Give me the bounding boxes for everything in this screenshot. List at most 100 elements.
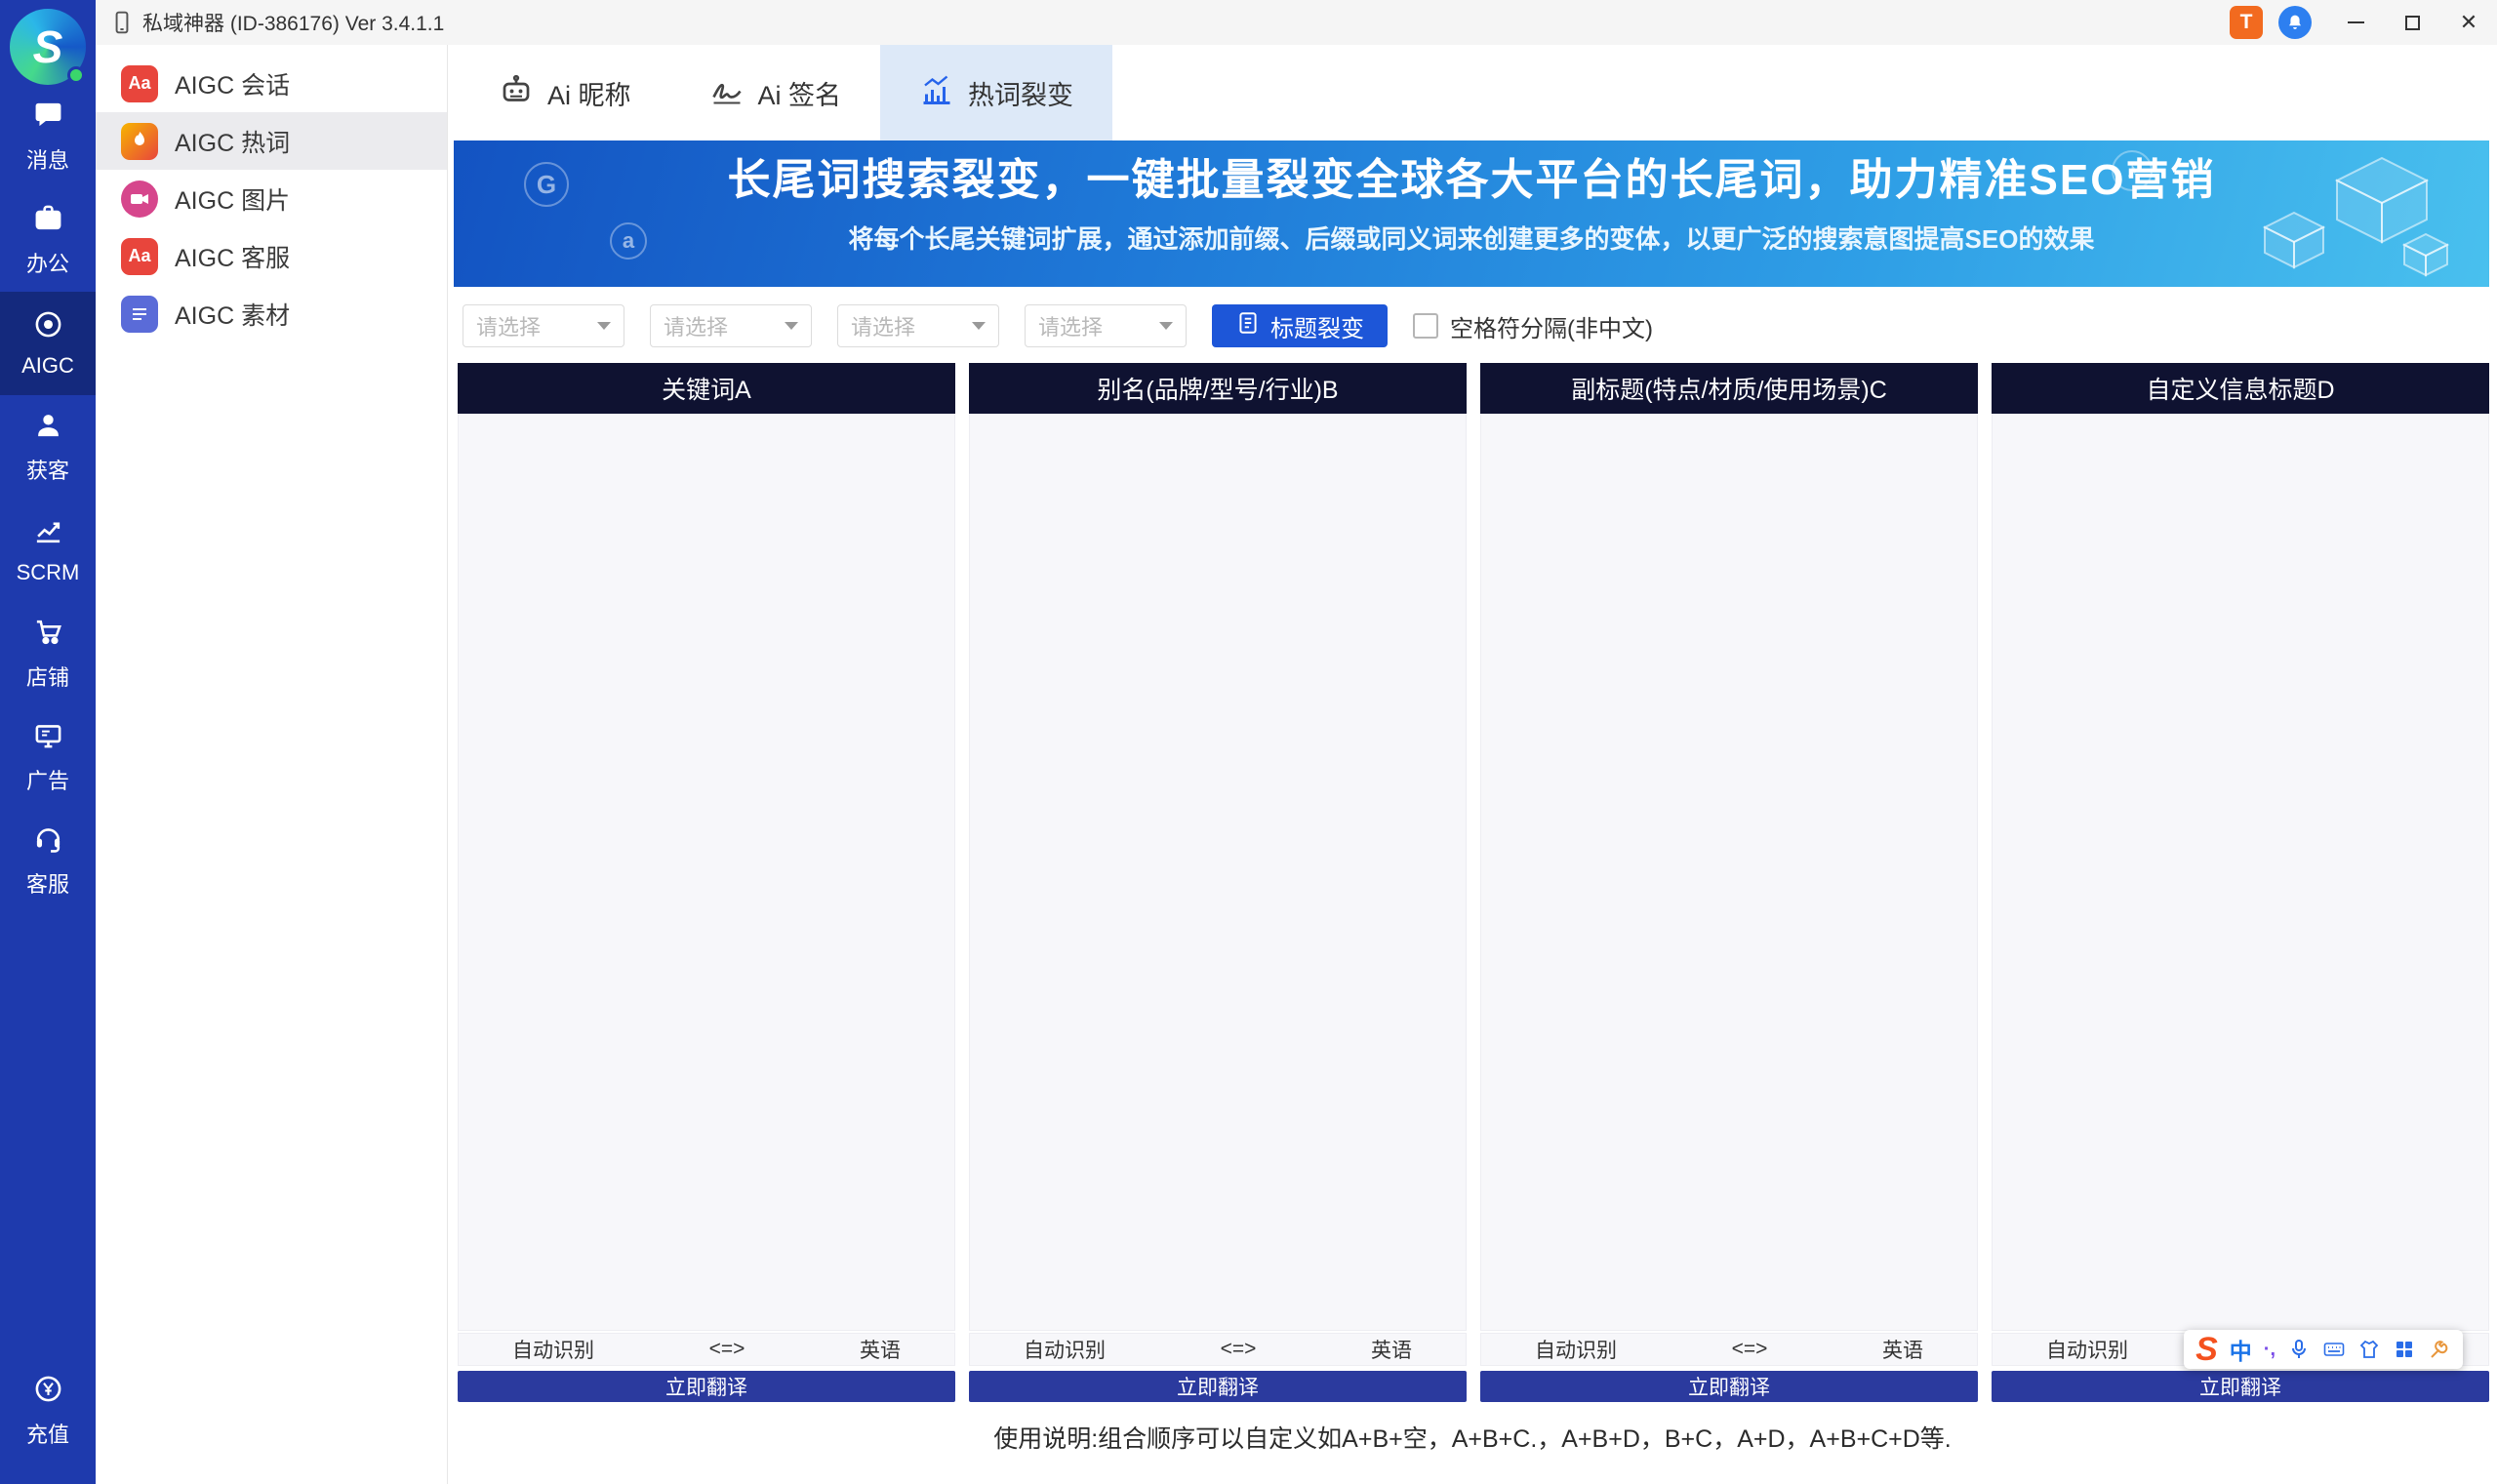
wrench-icon[interactable] [2428, 1338, 2451, 1361]
nav-label: 充值 [26, 1418, 69, 1449]
promo-icon[interactable]: T [2230, 6, 2263, 39]
sogou-logo-icon[interactable]: S [2195, 1333, 2218, 1366]
app-window: S 消息 办公 AIGC 获客 SCRM 店铺 广告 [0, 0, 2497, 1484]
nav-item-recharge[interactable]: 充值 [0, 1359, 96, 1463]
filter-select-3[interactable]: 请选择 [837, 304, 999, 347]
translate-now-button[interactable]: 立即翻译 [458, 1371, 955, 1402]
maximize-button[interactable] [2384, 0, 2440, 45]
swap-languages-button[interactable]: <=> [1221, 1338, 1257, 1361]
select-placeholder: 请选择 [476, 310, 541, 341]
chevron-down-icon [597, 322, 611, 330]
titlebar-actions: T ✕ [2230, 0, 2497, 45]
submenu-label: AIGC 图片 [175, 181, 290, 217]
nav-item-scrm[interactable]: SCRM [0, 499, 96, 602]
ime-chinese-mode-toggle[interactable]: 中 [2230, 1333, 2252, 1366]
source-language[interactable]: 自动识别 [2046, 1335, 2128, 1364]
swap-languages-button[interactable]: <=> [709, 1338, 745, 1361]
chevron-down-icon [972, 322, 986, 330]
toolbox-grid-icon[interactable] [2393, 1338, 2416, 1361]
nav-item-ads[interactable]: 广告 [0, 705, 96, 809]
tabbar: Ai 昵称 Ai 签名 热词裂变 [448, 45, 2497, 140]
target-language[interactable]: 英语 [860, 1335, 901, 1364]
nav-item-shop[interactable]: 店铺 [0, 602, 96, 705]
flame-icon [121, 123, 158, 160]
nav-label: 店铺 [26, 661, 69, 692]
signature-icon [709, 72, 745, 114]
aigc-submenu: Aa AIGC 会话 AIGC 热词 AIGC 图片 Aa AIGC 客服 AI… [96, 45, 448, 1484]
maximize-icon [2405, 16, 2420, 30]
app-logo[interactable]: S [10, 9, 86, 85]
nav-label: SCRM [17, 560, 80, 585]
tab-label: Ai 签名 [758, 74, 842, 112]
aa-badge-icon: Aa [121, 65, 158, 102]
filter-select-4[interactable]: 请选择 [1025, 304, 1187, 347]
minimize-button[interactable] [2327, 0, 2384, 45]
nav-item-office[interactable]: 办公 [0, 188, 96, 292]
select-placeholder: 请选择 [664, 310, 728, 341]
nav-item-support[interactable]: 客服 [0, 809, 96, 912]
nav-item-messages[interactable]: 消息 [0, 85, 96, 188]
filter-select-1[interactable]: 请选择 [463, 304, 624, 347]
source-language[interactable]: 自动识别 [1024, 1335, 1106, 1364]
submenu-item-aigc-chat[interactable]: Aa AIGC 会话 [96, 55, 447, 112]
titlebar: 私域神器 (ID-386176) Ver 3.4.1.1 T ✕ [96, 0, 2497, 45]
keyboard-icon[interactable] [2322, 1338, 2346, 1361]
target-language[interactable]: 英语 [1882, 1335, 1923, 1364]
video-camera-icon [121, 180, 158, 218]
window-title: 私域神器 (ID-386176) Ver 3.4.1.1 [142, 8, 444, 37]
minimize-icon [2348, 21, 2364, 23]
translate-now-button[interactable]: 立即翻译 [1992, 1371, 2489, 1402]
column-subtitle-c: 副标题(特点/材质/使用场景)C 自动识别 <=> 英语 立即翻译 [1480, 363, 1978, 1402]
seo-banner: G a ♪ 长尾词搜索裂变，一键批量裂变全球各大平台的长尾词，助力精准SEO营销… [454, 140, 2489, 287]
submenu-item-aigc-materials[interactable]: AIGC 素材 [96, 285, 447, 342]
filter-select-2[interactable]: 请选择 [650, 304, 812, 347]
space-separator-checkbox[interactable]: 空格符分隔(非中文) [1413, 309, 1653, 343]
chevron-down-icon [785, 322, 798, 330]
nav-item-aigc[interactable]: AIGC [0, 292, 96, 395]
notification-icon[interactable] [2278, 6, 2312, 39]
column-header: 关键词A [458, 363, 955, 414]
trend-chart-icon [33, 516, 63, 551]
aa-badge-icon: Aa [121, 238, 158, 275]
submenu-item-aigc-service[interactable]: Aa AIGC 客服 [96, 227, 447, 285]
tab-label: Ai 昵称 [547, 74, 631, 112]
submenu-label: AIGC 素材 [175, 297, 290, 332]
translate-now-button[interactable]: 立即翻译 [969, 1371, 1467, 1402]
tab-ai-signature[interactable]: Ai 签名 [670, 45, 881, 140]
alias-b-textarea[interactable] [969, 414, 1467, 1331]
source-language[interactable]: 自动识别 [512, 1335, 594, 1364]
column-header: 副标题(特点/材质/使用场景)C [1480, 363, 1978, 414]
primary-nav-rail: S 消息 办公 AIGC 获客 SCRM 店铺 广告 [0, 0, 96, 1484]
title-fission-button[interactable]: 标题裂变 [1212, 304, 1388, 347]
column-header: 自定义信息标题D [1992, 363, 2489, 414]
target-language[interactable]: 英语 [1371, 1335, 1412, 1364]
swap-languages-button[interactable]: <=> [1732, 1338, 1768, 1361]
aigc-disc-icon [33, 309, 63, 344]
tab-hotword-fission[interactable]: 热词裂变 [880, 45, 1112, 140]
amazon-logo-decoration: a [610, 222, 647, 260]
sogou-ime-toolbar: S 中 ·, [2184, 1330, 2463, 1369]
submenu-item-aigc-images[interactable]: AIGC 图片 [96, 170, 447, 227]
bell-icon [2284, 12, 2306, 33]
banner-subtitle: 将每个长尾关键词扩展，通过添加前缀、后缀或同义词来创建更多的变体，以更广泛的搜索… [849, 220, 2095, 256]
source-language[interactable]: 自动识别 [1535, 1335, 1617, 1364]
keyword-a-textarea[interactable] [458, 414, 955, 1331]
main-content: Ai 昵称 Ai 签名 热词裂变 G a ♪ 长尾词 [448, 45, 2497, 1484]
tab-ai-nickname[interactable]: Ai 昵称 [460, 45, 670, 140]
close-button[interactable]: ✕ [2440, 0, 2497, 45]
nav-label: 获客 [26, 454, 69, 485]
translate-now-button[interactable]: 立即翻译 [1480, 1371, 1978, 1402]
microphone-icon[interactable] [2287, 1338, 2311, 1361]
cart-icon [33, 617, 63, 652]
usage-instructions: 使用说明:组合顺序可以自定义如A+B+空，A+B+C.，A+B+D，B+C，A+… [448, 1420, 2497, 1455]
headset-icon [33, 823, 63, 859]
button-label: 标题裂变 [1270, 309, 1364, 343]
custom-d-textarea[interactable] [1992, 414, 2489, 1331]
nav-item-leads[interactable]: 获客 [0, 395, 96, 499]
language-row: 自动识别 <=> 英语 [969, 1333, 1467, 1366]
skin-icon[interactable] [2357, 1338, 2381, 1361]
submenu-item-aigc-hotwords[interactable]: AIGC 热词 [96, 112, 447, 170]
subtitle-c-textarea[interactable] [1480, 414, 1978, 1331]
language-row: 自动识别 <=> 英语 [458, 1333, 955, 1366]
ime-punctuation-toggle[interactable]: ·, [2264, 1339, 2275, 1361]
